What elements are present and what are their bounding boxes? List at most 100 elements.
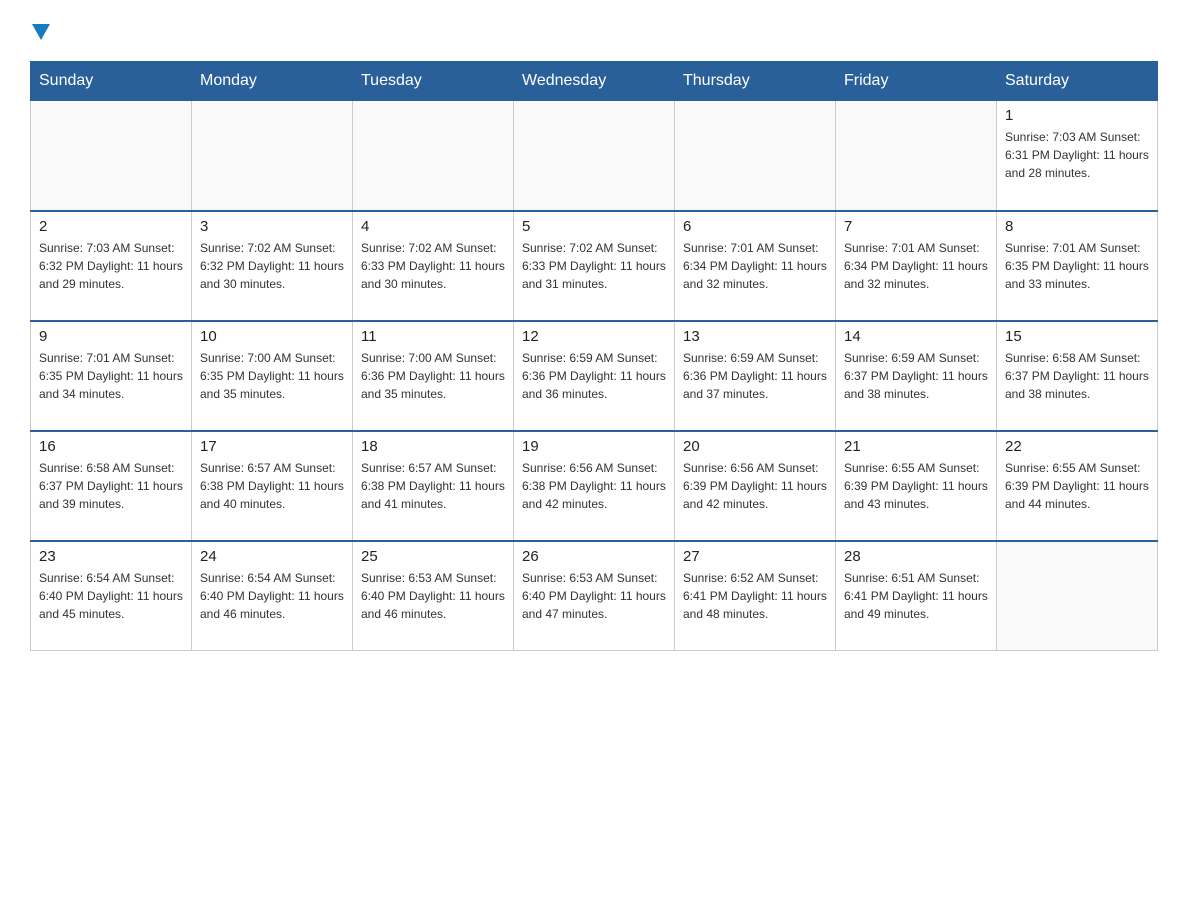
day-number: 15 [1005,328,1149,345]
logo-triangle-icon [32,24,50,40]
calendar-cell [675,101,836,211]
day-info: Sunrise: 6:56 AM Sunset: 6:38 PM Dayligh… [522,459,666,513]
day-number: 18 [361,438,505,455]
calendar-cell: 1 Sunrise: 7:03 AM Sunset: 6:31 PM Daylig… [997,101,1158,211]
calendar-cell: 8 Sunrise: 7:01 AM Sunset: 6:35 PM Daylig… [997,211,1158,321]
day-number: 22 [1005,438,1149,455]
calendar-cell [836,101,997,211]
day-number: 11 [361,328,505,345]
day-info: Sunrise: 7:00 AM Sunset: 6:35 PM Dayligh… [200,349,344,403]
day-number: 19 [522,438,666,455]
day-info: Sunrise: 6:57 AM Sunset: 6:38 PM Dayligh… [361,459,505,513]
calendar-cell: 16 Sunrise: 6:58 AM Sunset: 6:37 PM Dayli… [31,431,192,541]
day-info: Sunrise: 6:55 AM Sunset: 6:39 PM Dayligh… [1005,459,1149,513]
calendar-week-row: 16 Sunrise: 6:58 AM Sunset: 6:37 PM Dayli… [31,431,1158,541]
day-info: Sunrise: 6:57 AM Sunset: 6:38 PM Dayligh… [200,459,344,513]
col-header-tuesday: Tuesday [353,62,514,101]
day-number: 9 [39,328,183,345]
day-info: Sunrise: 7:00 AM Sunset: 6:36 PM Dayligh… [361,349,505,403]
day-number: 1 [1005,107,1149,124]
day-number: 2 [39,218,183,235]
day-number: 3 [200,218,344,235]
logo [30,20,50,41]
calendar-table: SundayMondayTuesdayWednesdayThursdayFrid… [30,61,1158,651]
calendar-header-row: SundayMondayTuesdayWednesdayThursdayFrid… [31,62,1158,101]
day-info: Sunrise: 6:53 AM Sunset: 6:40 PM Dayligh… [361,569,505,623]
logo-text-block [30,20,50,41]
day-info: Sunrise: 7:03 AM Sunset: 6:31 PM Dayligh… [1005,128,1149,182]
calendar-week-row: 2 Sunrise: 7:03 AM Sunset: 6:32 PM Daylig… [31,211,1158,321]
calendar-cell: 4 Sunrise: 7:02 AM Sunset: 6:33 PM Daylig… [353,211,514,321]
day-number: 5 [522,218,666,235]
day-info: Sunrise: 7:01 AM Sunset: 6:35 PM Dayligh… [1005,239,1149,293]
calendar-cell: 9Sunrise: 7:01 AM Sunset: 6:35 PM Daylig… [31,321,192,431]
day-info: Sunrise: 6:56 AM Sunset: 6:39 PM Dayligh… [683,459,827,513]
day-info: Sunrise: 6:55 AM Sunset: 6:39 PM Dayligh… [844,459,988,513]
calendar-cell: 20 Sunrise: 6:56 AM Sunset: 6:39 PM Dayli… [675,431,836,541]
day-info: Sunrise: 6:52 AM Sunset: 6:41 PM Dayligh… [683,569,827,623]
day-number: 7 [844,218,988,235]
calendar-cell: 6Sunrise: 7:01 AM Sunset: 6:34 PM Daylig… [675,211,836,321]
calendar-cell: 27Sunrise: 6:52 AM Sunset: 6:41 PM Dayli… [675,541,836,651]
day-number: 14 [844,328,988,345]
day-info: Sunrise: 6:59 AM Sunset: 6:37 PM Dayligh… [844,349,988,403]
calendar-cell [997,541,1158,651]
calendar-cell: 7 Sunrise: 7:01 AM Sunset: 6:34 PM Daylig… [836,211,997,321]
calendar-week-row: 1 Sunrise: 7:03 AM Sunset: 6:31 PM Daylig… [31,101,1158,211]
day-number: 13 [683,328,827,345]
day-info: Sunrise: 6:51 AM Sunset: 6:41 PM Dayligh… [844,569,988,623]
col-header-monday: Monday [192,62,353,101]
calendar-cell: 25 Sunrise: 6:53 AM Sunset: 6:40 PM Dayli… [353,541,514,651]
day-number: 12 [522,328,666,345]
col-header-thursday: Thursday [675,62,836,101]
day-number: 10 [200,328,344,345]
day-number: 16 [39,438,183,455]
day-info: Sunrise: 6:59 AM Sunset: 6:36 PM Dayligh… [683,349,827,403]
calendar-cell: 14 Sunrise: 6:59 AM Sunset: 6:37 PM Dayli… [836,321,997,431]
day-number: 23 [39,548,183,565]
day-info: Sunrise: 6:59 AM Sunset: 6:36 PM Dayligh… [522,349,666,403]
calendar-cell: 21 Sunrise: 6:55 AM Sunset: 6:39 PM Dayli… [836,431,997,541]
day-number: 21 [844,438,988,455]
calendar-cell [31,101,192,211]
day-number: 20 [683,438,827,455]
calendar-cell: 22 Sunrise: 6:55 AM Sunset: 6:39 PM Dayli… [997,431,1158,541]
day-number: 17 [200,438,344,455]
calendar-cell: 23 Sunrise: 6:54 AM Sunset: 6:40 PM Dayli… [31,541,192,651]
calendar-week-row: 9Sunrise: 7:01 AM Sunset: 6:35 PM Daylig… [31,321,1158,431]
day-info: Sunrise: 7:01 AM Sunset: 6:34 PM Dayligh… [844,239,988,293]
calendar-cell: 12 Sunrise: 6:59 AM Sunset: 6:36 PM Dayli… [514,321,675,431]
calendar-cell: 2 Sunrise: 7:03 AM Sunset: 6:32 PM Daylig… [31,211,192,321]
day-info: Sunrise: 7:01 AM Sunset: 6:34 PM Dayligh… [683,239,827,293]
day-number: 4 [361,218,505,235]
day-info: Sunrise: 7:02 AM Sunset: 6:33 PM Dayligh… [522,239,666,293]
day-number: 26 [522,548,666,565]
calendar-cell: 18 Sunrise: 6:57 AM Sunset: 6:38 PM Dayli… [353,431,514,541]
logo-general-text [30,20,50,45]
day-number: 8 [1005,218,1149,235]
day-info: Sunrise: 6:54 AM Sunset: 6:40 PM Dayligh… [200,569,344,623]
calendar-cell: 24 Sunrise: 6:54 AM Sunset: 6:40 PM Dayli… [192,541,353,651]
day-info: Sunrise: 6:53 AM Sunset: 6:40 PM Dayligh… [522,569,666,623]
calendar-cell: 13 Sunrise: 6:59 AM Sunset: 6:36 PM Dayli… [675,321,836,431]
day-number: 24 [200,548,344,565]
col-header-saturday: Saturday [997,62,1158,101]
calendar-cell: 10 Sunrise: 7:00 AM Sunset: 6:35 PM Dayli… [192,321,353,431]
day-info: Sunrise: 6:54 AM Sunset: 6:40 PM Dayligh… [39,569,183,623]
day-info: Sunrise: 7:03 AM Sunset: 6:32 PM Dayligh… [39,239,183,293]
calendar-cell: 3 Sunrise: 7:02 AM Sunset: 6:32 PM Daylig… [192,211,353,321]
calendar-cell: 11 Sunrise: 7:00 AM Sunset: 6:36 PM Dayli… [353,321,514,431]
calendar-cell: 15 Sunrise: 6:58 AM Sunset: 6:37 PM Dayli… [997,321,1158,431]
calendar-cell: 17 Sunrise: 6:57 AM Sunset: 6:38 PM Dayli… [192,431,353,541]
calendar-cell [353,101,514,211]
day-info: Sunrise: 6:58 AM Sunset: 6:37 PM Dayligh… [1005,349,1149,403]
page-header [30,20,1158,41]
col-header-sunday: Sunday [31,62,192,101]
col-header-wednesday: Wednesday [514,62,675,101]
day-info: Sunrise: 7:02 AM Sunset: 6:32 PM Dayligh… [200,239,344,293]
day-number: 25 [361,548,505,565]
col-header-friday: Friday [836,62,997,101]
calendar-cell [514,101,675,211]
day-info: Sunrise: 6:58 AM Sunset: 6:37 PM Dayligh… [39,459,183,513]
day-info: Sunrise: 7:02 AM Sunset: 6:33 PM Dayligh… [361,239,505,293]
